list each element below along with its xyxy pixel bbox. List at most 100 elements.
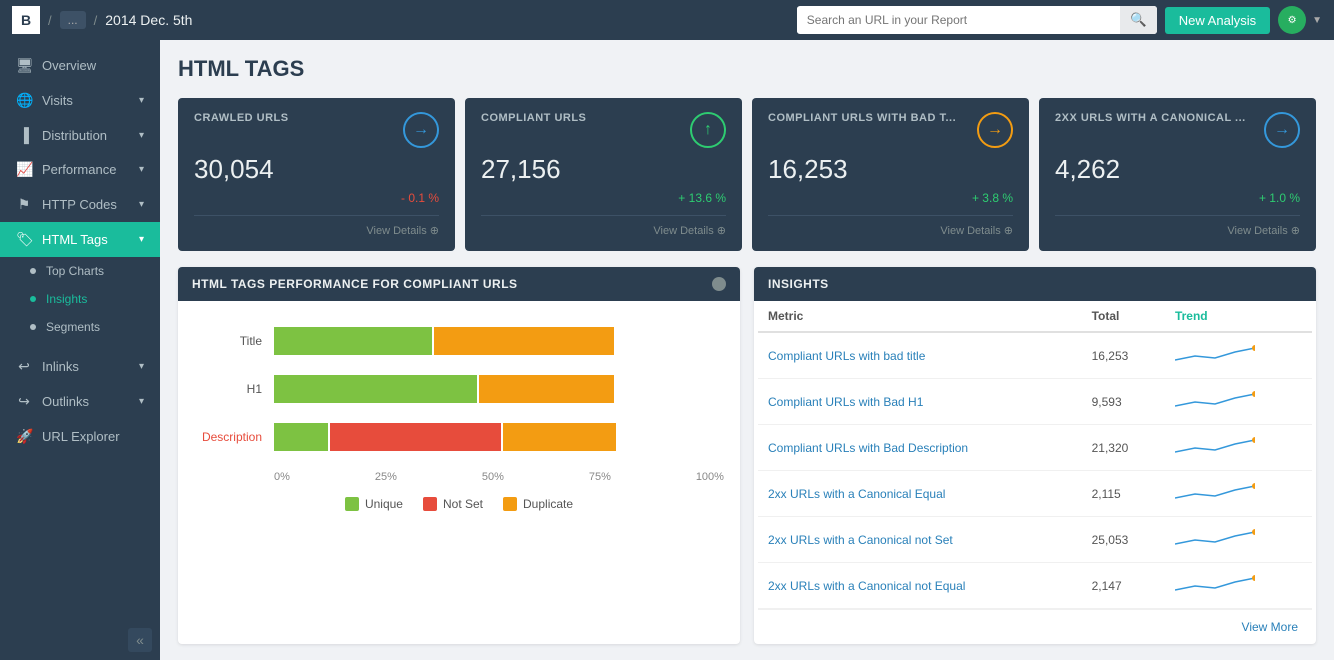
chart-bars-h1 [274, 375, 724, 403]
sidebar-sub-item-segments[interactable]: Segments [0, 313, 160, 341]
card-title: 2XX URLS WITH A CANONICAL ... [1055, 112, 1246, 124]
trend-sparkline [1175, 434, 1255, 458]
trend-cell [1165, 471, 1312, 517]
monitor-icon: 🖥 [16, 57, 32, 74]
search-button[interactable]: 🔍 [1120, 6, 1157, 34]
sidebar-sub-item-insights[interactable]: Insights [0, 285, 160, 313]
flag-icon: ⚑ [16, 196, 32, 213]
view-details-link[interactable]: View Details ⊕ [481, 215, 726, 237]
bar-chart-icon: ▐ [16, 127, 32, 143]
search-input[interactable] [797, 7, 1120, 33]
metric-cell[interactable]: Compliant URLs with Bad Description [758, 425, 1082, 471]
card-title: COMPLIANT URLS [481, 112, 586, 124]
user-menu[interactable]: ⚙ ▼ [1278, 6, 1322, 34]
insights-panel-title: INSIGHTS [768, 277, 829, 291]
card-icon: → [1264, 112, 1300, 148]
sidebar-sub-item-label: Insights [46, 292, 87, 306]
sidebar-sub-item-label: Segments [46, 320, 100, 334]
card-value: 27,156 [481, 154, 726, 185]
sidebar-item-html-tags[interactable]: 🏷 HTML Tags ▾ [0, 222, 160, 257]
metric-cell[interactable]: Compliant URLs with bad title [758, 332, 1082, 379]
bar-orange [503, 423, 616, 451]
stat-card-compliant-urls: COMPLIANT URLS ↑ 27,156 + 13.6 % View De… [465, 98, 742, 251]
total-cell: 25,053 [1082, 517, 1165, 563]
metric-cell[interactable]: 2xx URLs with a Canonical not Set [758, 517, 1082, 563]
sidebar-item-url-explorer[interactable]: 🚀 URL Explorer [0, 419, 160, 454]
layout: 🖥 Overview 🌐 Visits ▾ ▐ Distribution ▾ 📈… [0, 40, 1334, 660]
chevron-right-icon: ▾ [139, 130, 144, 141]
metric-cell[interactable]: 2xx URLs with a Canonical not Equal [758, 563, 1082, 609]
sidebar-collapse-area: « [0, 620, 160, 660]
dot-icon [30, 296, 36, 302]
chart-bars-title [274, 327, 724, 355]
insights-panel-body: Metric Total Trend Compliant URLs with b… [754, 301, 1316, 644]
chevron-right-icon: ▾ [139, 361, 144, 372]
dot-icon [30, 324, 36, 330]
table-row: 2xx URLs with a Canonical not Set25,053 [758, 517, 1312, 563]
collapse-sidebar-button[interactable]: « [128, 628, 152, 652]
stat-card-crawled-urls: CRAWLED URLS → 30,054 - 0.1 % View Detai… [178, 98, 455, 251]
sidebar-item-label: URL Explorer [42, 429, 120, 444]
card-change: + 3.8 % [768, 191, 1013, 205]
chart-panel-header: HTML TAGS PERFORMANCE FOR COMPLIANT URLS [178, 267, 740, 301]
tag-icon: 🏷 [16, 231, 32, 248]
total-cell: 2,115 [1082, 471, 1165, 517]
sidebar-item-inlinks[interactable]: ↩ Inlinks ▾ [0, 349, 160, 384]
view-details-link[interactable]: View Details ⊕ [194, 215, 439, 237]
stat-card-canonical-urls: 2XX URLS WITH A CANONICAL ... → 4,262 + … [1039, 98, 1316, 251]
card-change: - 0.1 % [194, 191, 439, 205]
x-label: 25% [375, 471, 397, 483]
insights-panel: INSIGHTS Metric Total Trend Compliant UR… [754, 267, 1316, 644]
bar-red [330, 423, 501, 451]
chart-label-title: Title [194, 334, 274, 348]
metric-cell[interactable]: 2xx URLs with a Canonical Equal [758, 471, 1082, 517]
chart-row-description: Description [194, 423, 724, 451]
x-label: 0% [274, 471, 290, 483]
sidebar-item-visits[interactable]: 🌐 Visits ▾ [0, 83, 160, 118]
card-change: + 13.6 % [481, 191, 726, 205]
view-details-link[interactable]: View Details ⊕ [1055, 215, 1300, 237]
sidebar-item-performance[interactable]: 📈 Performance ▾ [0, 152, 160, 187]
card-icon: → [977, 112, 1013, 148]
trend-cell [1165, 425, 1312, 471]
trend-sparkline [1175, 388, 1255, 412]
search-bar[interactable]: 🔍 [797, 6, 1157, 34]
metric-cell[interactable]: Compliant URLs with Bad H1 [758, 379, 1082, 425]
col-metric: Metric [758, 301, 1082, 332]
chart-panel: HTML TAGS PERFORMANCE FOR COMPLIANT URLS… [178, 267, 740, 644]
insights-table: Metric Total Trend Compliant URLs with b… [758, 301, 1312, 609]
sidebar-sub-item-top-charts[interactable]: Top Charts [0, 257, 160, 285]
x-label: 50% [482, 471, 504, 483]
bar-green [274, 327, 432, 355]
chevron-right-icon: ▾ [139, 234, 144, 245]
sidebar-item-distribution[interactable]: ▐ Distribution ▾ [0, 118, 160, 152]
breadcrumb[interactable]: ... [60, 11, 86, 29]
avatar: ⚙ [1278, 6, 1306, 34]
bar-green [274, 423, 328, 451]
panel-dot-icon [712, 277, 726, 291]
chevron-right-icon: ▾ [139, 95, 144, 106]
trend-cell [1165, 563, 1312, 609]
sidebar-item-label: HTTP Codes [42, 197, 117, 212]
stat-cards-grid: CRAWLED URLS → 30,054 - 0.1 % View Detai… [178, 98, 1316, 251]
sidebar-item-label: Inlinks [42, 359, 79, 374]
chevron-right-icon: ▾ [139, 396, 144, 407]
sidebar-item-http-codes[interactable]: ⚑ HTTP Codes ▾ [0, 187, 160, 222]
chart-bars-description [274, 423, 724, 451]
legend-color-duplicate [503, 497, 517, 511]
chart-x-axis: 0% 25% 50% 75% 100% [194, 471, 724, 483]
main-content: HTML TAGS CRAWLED URLS → 30,054 - 0.1 % … [160, 40, 1334, 660]
line-chart-icon: 📈 [16, 161, 32, 178]
sidebar-item-overview[interactable]: 🖥 Overview [0, 48, 160, 83]
insights-panel-header: INSIGHTS [754, 267, 1316, 301]
view-details-link[interactable]: View Details ⊕ [768, 215, 1013, 237]
rocket-icon: 🚀 [16, 428, 32, 445]
stat-card-compliant-bad-title: COMPLIANT URLS WITH BAD T... → 16,253 + … [752, 98, 1029, 251]
new-analysis-button[interactable]: New Analysis [1165, 7, 1270, 34]
table-row: Compliant URLs with bad title16,253 [758, 332, 1312, 379]
sidebar-item-outlinks[interactable]: ↪ Outlinks ▾ [0, 384, 160, 419]
total-cell: 16,253 [1082, 332, 1165, 379]
sidebar-item-label: Visits [42, 93, 73, 108]
trend-sparkline [1175, 342, 1255, 366]
card-icon: → [403, 112, 439, 148]
